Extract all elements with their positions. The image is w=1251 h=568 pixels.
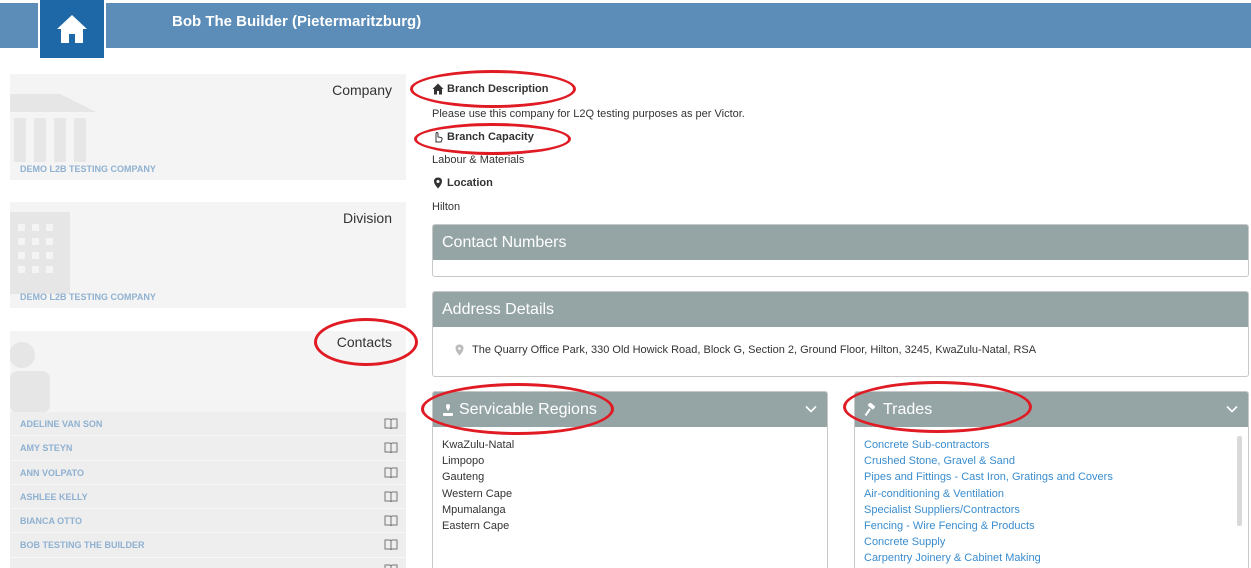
- bank-building-icon: [10, 94, 96, 162]
- trades-scrollbar[interactable]: [1237, 436, 1242, 526]
- list-item[interactable]: Specialist Suppliers/Contractors: [864, 502, 1113, 518]
- branch-capacity: Labour & Materials: [432, 154, 525, 166]
- contacts-card: Contacts: [10, 331, 406, 413]
- hand-pointer-icon: [435, 131, 443, 143]
- contact-name[interactable]: ANN VOLPATO: [20, 468, 84, 478]
- list-item[interactable]: ADELINE VAN SON: [10, 412, 406, 437]
- list-item: Western Cape: [442, 487, 513, 500]
- list-item[interactable]: Concrete Sub-contractors: [864, 437, 1113, 453]
- chevron-down-icon[interactable]: [805, 403, 817, 415]
- list-item[interactable]: Concrete Supply: [864, 534, 1113, 550]
- location-label: Location: [432, 177, 493, 189]
- location-heading: Location: [447, 177, 493, 189]
- address-book-icon[interactable]: [384, 564, 398, 568]
- regions-title: Servicable Regions: [459, 401, 597, 418]
- contact-numbers-title: Contact Numbers: [442, 234, 567, 251]
- home-icon: [57, 15, 87, 43]
- contact-name[interactable]: BIANCA OTTO: [20, 516, 82, 526]
- person-icon: [10, 342, 50, 413]
- list-item: Gauteng: [442, 471, 485, 484]
- list-item[interactable]: Pipes and Fittings - Cast Iron, Gratings…: [864, 469, 1113, 485]
- regions-list: KwaZulu-Natal Limpopo Gauteng Western Ca…: [442, 437, 514, 534]
- contact-name[interactable]: AMY STEYN: [20, 443, 72, 453]
- list-item: Eastern Cape: [442, 520, 510, 533]
- home-button[interactable]: [38, 0, 106, 60]
- division-card: Division DEMO L2B TESTING COMPANY: [10, 202, 406, 308]
- company-link[interactable]: DEMO L2B TESTING COMPANY: [20, 164, 156, 174]
- list-item[interactable]: ANN VOLPATO: [10, 460, 406, 485]
- contact-name[interactable]: ASHLEE KELLY: [20, 492, 88, 502]
- trades-list: Concrete Sub-contractors Crushed Stone, …: [864, 437, 1113, 567]
- contact-numbers-header: Contact Numbers: [433, 225, 1248, 260]
- branch-description-label: Branch Description: [432, 83, 548, 95]
- list-item[interactable]: BOB TESTING THE BUILDER: [10, 533, 406, 558]
- trades-header[interactable]: Trades: [855, 392, 1248, 427]
- branch-description-heading: Branch Description: [447, 83, 549, 95]
- chevron-down-icon[interactable]: [1226, 403, 1238, 415]
- map-marker-icon: [455, 344, 464, 356]
- list-item[interactable]: Air-conditioning & Ventilation: [864, 486, 1113, 502]
- top-header-bar: Bob The Builder (Pietermaritzburg): [0, 3, 1251, 48]
- regions-panel: Servicable Regions KwaZulu-Natal Limpopo…: [432, 391, 828, 568]
- contact-name[interactable]: BOB TESTING THE BUILDER: [20, 540, 145, 550]
- trades-title: Trades: [883, 401, 933, 418]
- branch-description: Please use this company for L2Q testing …: [432, 108, 745, 120]
- address-book-icon[interactable]: [384, 539, 398, 551]
- home-icon: [432, 83, 444, 95]
- contact-numbers-panel: Contact Numbers: [432, 224, 1249, 277]
- address-book-icon[interactable]: [384, 442, 398, 454]
- gavel-icon: [864, 402, 876, 416]
- list-item: Mpumalanga: [442, 503, 506, 516]
- address-book-icon[interactable]: [384, 515, 398, 527]
- branch-capacity-heading: Branch Capacity: [447, 131, 534, 143]
- address-book-icon[interactable]: [384, 491, 398, 502]
- list-item[interactable]: [10, 557, 406, 568]
- page-title: Bob The Builder (Pietermaritzburg): [172, 13, 422, 30]
- list-item[interactable]: Fencing - Wire Fencing & Products: [864, 518, 1113, 534]
- trades-panel: Trades Concrete Sub-contractors Crushed …: [854, 391, 1249, 568]
- contacts-card-title: Contacts: [336, 334, 392, 350]
- office-building-icon: [10, 212, 70, 294]
- list-item: Limpopo: [442, 455, 485, 468]
- division-link[interactable]: DEMO L2B TESTING COMPANY: [20, 292, 156, 302]
- list-item[interactable]: BIANCA OTTO: [10, 509, 406, 534]
- branch-capacity-label: Branch Capacity: [432, 131, 534, 143]
- list-item[interactable]: AMY STEYN: [10, 436, 406, 461]
- address-book-icon[interactable]: [384, 418, 398, 429]
- regions-header[interactable]: Servicable Regions: [433, 392, 827, 427]
- address-text: The Quarry Office Park, 330 Old Howick R…: [472, 344, 1037, 356]
- address-book-icon[interactable]: [384, 467, 398, 478]
- list-item[interactable]: ASHLEE KELLY: [10, 484, 406, 510]
- company-card: Company DEMO L2B TESTING COMPANY: [10, 74, 406, 180]
- address-row: The Quarry Office Park, 330 Old Howick R…: [455, 344, 1036, 356]
- list-item[interactable]: Carpentry Joinery & Cabinet Making: [864, 550, 1113, 566]
- company-card-title: Company: [332, 82, 392, 98]
- division-card-title: Division: [342, 210, 392, 226]
- location-pin-icon: [443, 403, 453, 416]
- contacts-list: ADELINE VAN SON AMY STEYN ANN VOLPATO AS…: [10, 412, 406, 568]
- contact-name[interactable]: ADELINE VAN SON: [20, 419, 102, 429]
- address-details-header: Address Details: [433, 292, 1248, 327]
- list-item[interactable]: Crushed Stone, Gravel & Sand: [864, 453, 1113, 469]
- location-value: Hilton: [432, 201, 461, 213]
- map-marker-icon: [434, 177, 442, 189]
- address-details-title: Address Details: [442, 301, 555, 318]
- list-item: KwaZulu-Natal: [442, 439, 515, 451]
- address-details-panel: Address Details The Quarry Office Park, …: [432, 291, 1249, 377]
